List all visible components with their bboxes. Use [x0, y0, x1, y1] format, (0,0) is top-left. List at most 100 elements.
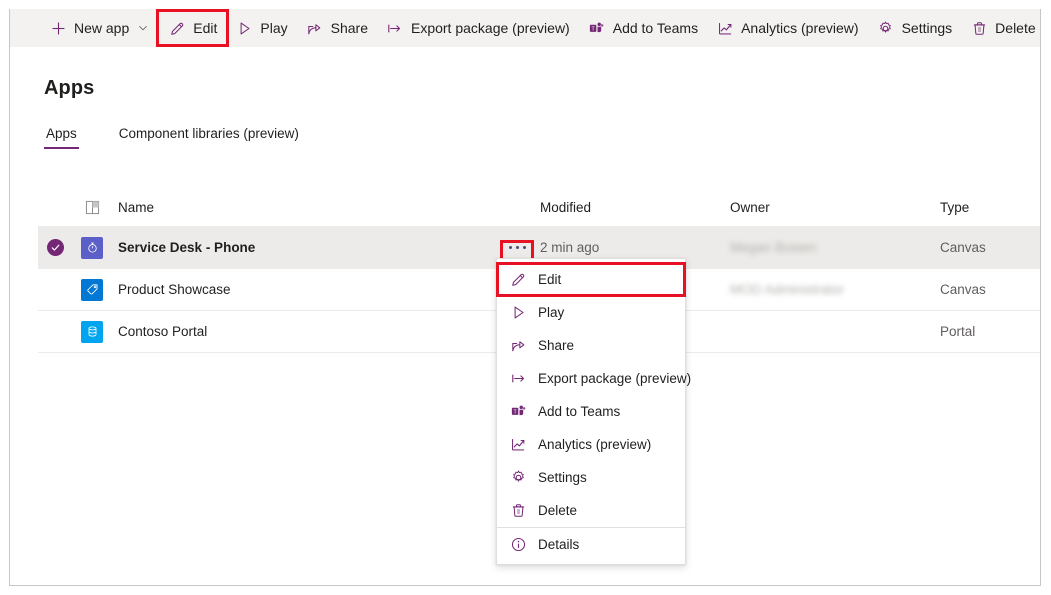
command-edit-button[interactable]: Edit: [159, 12, 226, 44]
command-label: Settings: [902, 20, 953, 36]
header-name-label: Name: [118, 200, 154, 215]
command-label: Analytics (preview): [741, 20, 858, 36]
menu-item-settings[interactable]: Settings: [497, 461, 685, 494]
row-app-name: Contoso Portal: [118, 324, 207, 339]
trash-icon: [509, 502, 527, 520]
menu-item-label: Details: [538, 537, 579, 552]
command-settings-button[interactable]: Settings: [868, 12, 962, 44]
export-icon: [386, 19, 404, 37]
table-header-row: Name Modified Owner Type: [38, 189, 1040, 227]
row-type-cell: Canvas: [940, 240, 1040, 255]
teams-icon: T: [509, 403, 527, 421]
row-owner: MOD Administrator: [730, 282, 844, 297]
command-add-to-teams-button[interactable]: T Add to Teams: [579, 12, 707, 44]
row-name-cell[interactable]: Service Desk - Phone: [112, 240, 494, 255]
command-details-button[interactable]: Details: [1045, 12, 1051, 44]
row-selected-check-icon[interactable]: [47, 239, 64, 256]
command-label: Export package (preview): [411, 20, 570, 36]
row-modified: 2 min ago: [540, 240, 599, 255]
tab-apps[interactable]: Apps: [44, 126, 79, 149]
page-title: Apps: [44, 77, 94, 100]
menu-item-details[interactable]: Details: [497, 527, 685, 560]
menu-item-label: Add to Teams: [538, 404, 620, 419]
command-label: Play: [260, 20, 287, 36]
export-icon: [509, 370, 527, 388]
plus-icon: [49, 19, 67, 37]
header-type-label: Type: [940, 200, 969, 215]
command-label: Share: [331, 20, 368, 36]
menu-item-share[interactable]: Share: [497, 329, 685, 362]
menu-item-label: Play: [538, 305, 564, 320]
row-modified-cell: 2 min ago: [540, 240, 730, 255]
tabstrip: Apps Component libraries (preview): [44, 126, 339, 149]
row-owner-cell: MOD Administrator: [730, 282, 940, 297]
stopwatch-icon: [81, 237, 103, 259]
row-app-icon-cell: [72, 321, 112, 343]
row-app-name: Product Showcase: [118, 282, 231, 297]
menu-item-analytics-preview[interactable]: Analytics (preview): [497, 428, 685, 461]
row-name-cell[interactable]: Product Showcase: [112, 282, 494, 297]
header-name[interactable]: Name: [112, 200, 494, 215]
command-new-app-button[interactable]: New app: [40, 12, 159, 44]
pencil-icon: [509, 271, 527, 289]
menu-item-label: Export package (preview): [538, 371, 691, 386]
header-modified-label: Modified: [540, 200, 591, 215]
columns-icon[interactable]: [72, 200, 112, 215]
menu-item-label: Analytics (preview): [538, 437, 651, 452]
header-owner-label: Owner: [730, 200, 770, 215]
tab-component-libraries-preview[interactable]: Component libraries (preview): [117, 126, 301, 149]
svg-text:T: T: [513, 409, 517, 415]
gear-icon: [877, 19, 895, 37]
menu-item-export-package-preview[interactable]: Export package (preview): [497, 362, 685, 395]
analytics-icon: [509, 436, 527, 454]
tab-label: Apps: [46, 126, 77, 141]
command-label: Add to Teams: [613, 20, 698, 36]
menu-item-add-to-teams[interactable]: T Add to Teams: [497, 395, 685, 428]
command-label: Edit: [193, 20, 217, 36]
command-analytics-preview-button[interactable]: Analytics (preview): [707, 12, 867, 44]
analytics-icon: [716, 19, 734, 37]
menu-item-play[interactable]: Play: [497, 296, 685, 329]
gear-icon: [509, 469, 527, 487]
menu-item-label: Settings: [538, 470, 587, 485]
menu-item-label: Edit: [538, 272, 561, 287]
command-share-button[interactable]: Share: [297, 12, 377, 44]
row-more-actions-button[interactable]: [502, 237, 532, 259]
play-icon: [509, 304, 527, 322]
menu-item-label: Delete: [538, 503, 577, 518]
tab-label: Component libraries (preview): [119, 126, 299, 141]
menu-item-edit[interactable]: Edit: [497, 263, 685, 296]
row-app-icon-cell: [72, 237, 112, 259]
menu-item-label: Share: [538, 338, 574, 353]
trash-icon: [970, 19, 988, 37]
header-modified[interactable]: Modified: [540, 200, 730, 215]
row-type: Canvas: [940, 240, 986, 255]
command-label: Delete: [995, 20, 1035, 36]
app-page-frame: New app Edit Play Share Export package (prev…: [9, 9, 1041, 586]
row-type: Canvas: [940, 282, 986, 297]
menu-item-delete[interactable]: Delete: [497, 494, 685, 527]
row-owner: Megan Bowen: [730, 240, 816, 255]
command-label: New app: [74, 20, 129, 36]
row-context-menu: Edit Play Share Export package (preview) T Ad…: [496, 258, 686, 565]
play-icon: [235, 19, 253, 37]
command-export-package-preview-button[interactable]: Export package (preview): [377, 12, 579, 44]
teams-icon: T: [588, 19, 606, 37]
row-app-name: Service Desk - Phone: [118, 240, 255, 255]
row-more-actions-cell[interactable]: [494, 237, 540, 259]
pencil-icon: [168, 19, 186, 37]
command-bar: New app Edit Play Share Export package (prev…: [10, 9, 1040, 47]
row-name-cell[interactable]: Contoso Portal: [112, 324, 494, 339]
row-app-icon-cell: [72, 279, 112, 301]
command-delete-button[interactable]: Delete: [961, 12, 1044, 44]
chevron-down-icon[interactable]: [136, 22, 150, 34]
row-type-cell: Portal: [940, 324, 1040, 339]
row-type: Portal: [940, 324, 975, 339]
info-icon: [509, 535, 527, 553]
row-type-cell: Canvas: [940, 282, 1040, 297]
header-type[interactable]: Type: [940, 200, 1040, 215]
row-select-cell[interactable]: [38, 239, 72, 256]
header-owner[interactable]: Owner: [730, 200, 940, 215]
command-play-button[interactable]: Play: [226, 12, 296, 44]
svg-text:T: T: [592, 26, 596, 32]
